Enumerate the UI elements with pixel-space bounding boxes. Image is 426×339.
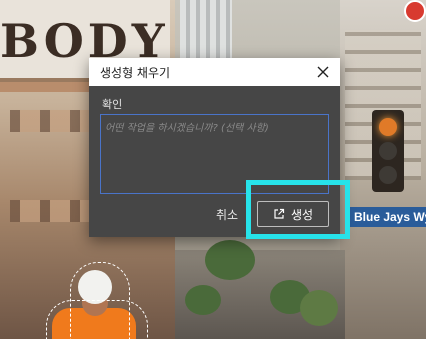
selection-marquee [46, 300, 148, 339]
traffic-lamp [379, 166, 397, 184]
prompt-label: 확인 [102, 98, 123, 111]
close-icon[interactable] [314, 63, 332, 81]
dialog-title: 생성형 채우기 [100, 65, 171, 80]
traffic-lamp [379, 142, 397, 160]
tree [205, 240, 255, 280]
tree [300, 290, 338, 326]
street-sign: Blue Jays Wy [350, 207, 426, 227]
highlight-box [246, 180, 350, 239]
traffic-lamp [379, 118, 397, 136]
dialog-titlebar: 생성형 채우기 [89, 58, 340, 86]
red-sign [404, 0, 426, 22]
tree [185, 285, 221, 315]
cancel-button[interactable]: 취소 [209, 203, 245, 225]
traffic-light [372, 110, 404, 192]
